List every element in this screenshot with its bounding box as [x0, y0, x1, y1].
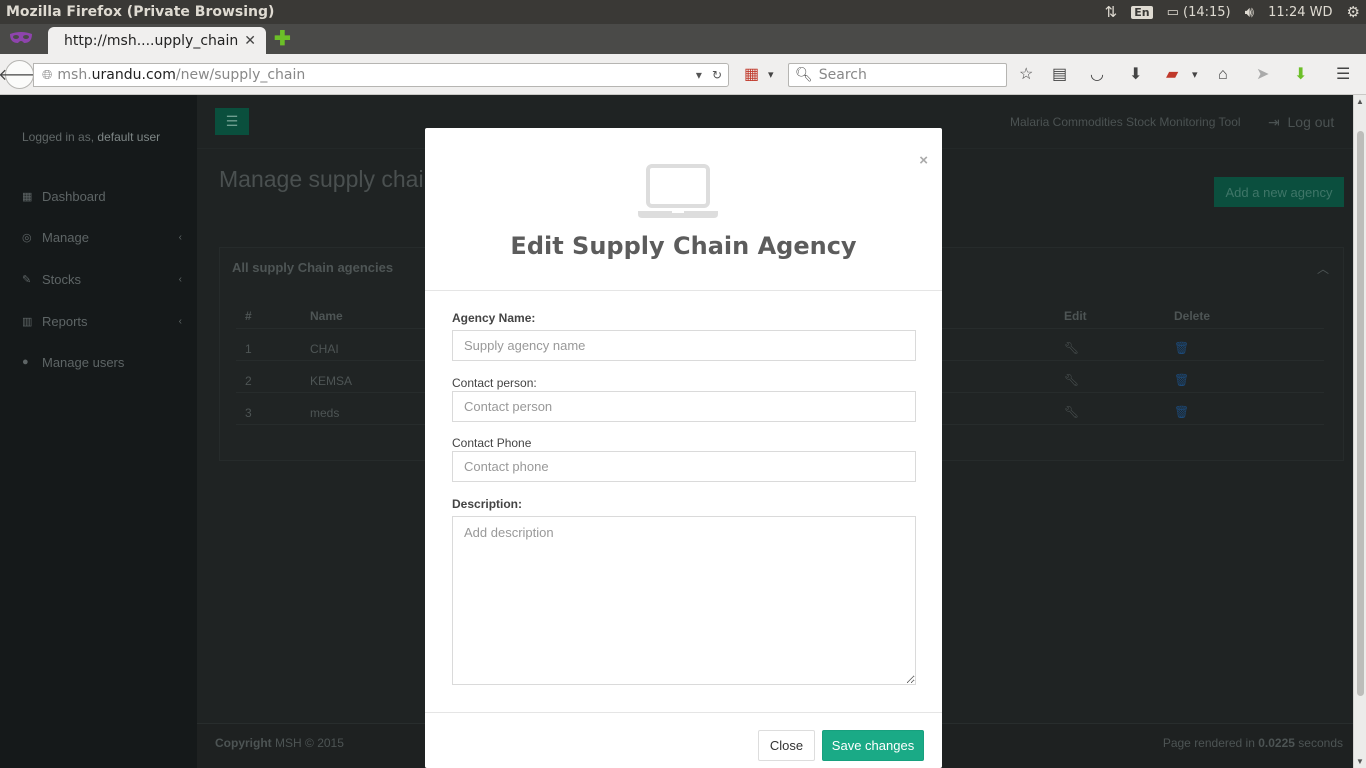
edit-agency-modal: × Edit Supply Chain Agency Agency Name: …	[425, 128, 942, 768]
scroll-thumb[interactable]	[1357, 131, 1364, 696]
keyboard-language[interactable]: En	[1131, 5, 1153, 19]
page-scrollbar[interactable]: ▲ ▼	[1353, 95, 1366, 768]
dashboard-icon: ▦	[22, 190, 33, 203]
navigation-toolbar: 🡐 🌐︎ msh.urandu.com/new/supply_chain ▾ ↻…	[0, 54, 1366, 95]
description-textarea[interactable]	[452, 516, 916, 685]
modal-footer-divider	[425, 712, 942, 713]
column-header-number: #	[245, 309, 252, 323]
contact-phone-label: Contact Phone	[452, 436, 532, 450]
panel-title: All supply Chain agencies	[232, 260, 394, 275]
render-time: Page rendered in 0.0225 seconds	[1162, 736, 1343, 750]
collapse-chevron-icon[interactable]: ︿	[1317, 260, 1329, 277]
reports-icon: ▥	[22, 315, 33, 328]
edit-wrench-icon[interactable]: 🔧︎	[1064, 373, 1079, 387]
network-icon[interactable]: ⇅	[1105, 3, 1118, 21]
search-icon: 🔍︎	[795, 67, 813, 83]
copyright: Copyright MSH © 2015	[215, 736, 344, 750]
bookmark-star-icon[interactable]: ☆	[1019, 66, 1033, 84]
browser-tab[interactable]: http://msh....upply_chain ✕	[48, 27, 266, 54]
description-label: Description:	[452, 497, 523, 511]
add-agency-button[interactable]: Add a new agency	[1214, 177, 1344, 207]
volume-icon[interactable]: 🔊︎	[1245, 3, 1254, 21]
column-header-name: Name	[310, 309, 343, 323]
scroll-up-arrow-icon[interactable]: ▲	[1356, 97, 1364, 106]
url-text: msh.urandu.com/new/supply_chain	[57, 67, 306, 83]
contact-person-input[interactable]	[452, 391, 916, 422]
delete-trash-icon[interactable]: 🗑︎	[1174, 405, 1189, 419]
edit-wrench-icon[interactable]: 🔧︎	[1064, 405, 1079, 419]
flash-icon[interactable]: ▰	[1166, 66, 1178, 84]
close-tab-icon[interactable]: ✕	[244, 33, 256, 49]
clock[interactable]: 11:24 WD	[1268, 5, 1332, 20]
tab-strip: http://msh....upply_chain ✕ ✚	[0, 24, 1366, 54]
contact-person-label: Contact person:	[452, 376, 537, 390]
hamburger-icon: ☰	[225, 113, 239, 129]
modal-close-x-icon[interactable]: ×	[919, 153, 928, 168]
sidebar-item-stocks[interactable]: ✎ Stocks ‹	[22, 269, 182, 289]
pocket-icon[interactable]: ◡	[1090, 66, 1104, 84]
agency-name-label: Agency Name:	[452, 311, 536, 325]
home-icon[interactable]: ⌂	[1218, 66, 1228, 84]
column-header-edit: Edit	[1064, 309, 1087, 323]
os-indicators: ⇅ En ▭ (14:15) 🔊︎ 11:24 WD ⚙	[1105, 3, 1360, 21]
laptop-icon	[637, 164, 719, 220]
sidebar-item-manage-users[interactable]: ● Manage users	[22, 352, 182, 372]
menu-hamburger-icon[interactable]: ☰	[1336, 66, 1350, 84]
agency-name-input[interactable]	[452, 330, 916, 361]
users-icon: ●	[22, 356, 29, 368]
sidebar-item-manage[interactable]: ◎ Manage ‹	[22, 227, 182, 247]
downloads-icon[interactable]: ⬇	[1129, 66, 1142, 84]
battery-indicator[interactable]: ▭ (14:15)	[1167, 5, 1231, 20]
chevron-left-icon: ‹	[178, 231, 182, 243]
save-changes-button[interactable]: Save changes	[822, 730, 924, 761]
close-button[interactable]: Close	[758, 730, 815, 761]
edit-wrench-icon[interactable]: 🔧︎	[1064, 341, 1079, 355]
system-gear-icon[interactable]: ⚙	[1347, 3, 1360, 21]
sidebar: Logged in as, default user ▦ Dashboard ◎…	[0, 95, 197, 768]
search-placeholder: Search	[818, 67, 867, 83]
scroll-down-arrow-icon[interactable]: ▼	[1356, 757, 1364, 766]
logged-in-label: Logged in as, default user	[22, 130, 161, 144]
sidebar-toggle-button[interactable]: ☰	[215, 108, 249, 135]
modal-divider	[425, 290, 942, 291]
app-title: Malaria Commodities Stock Monitoring Too…	[1010, 115, 1241, 129]
reload-icon[interactable]: ↻	[712, 68, 722, 82]
column-header-delete: Delete	[1174, 309, 1211, 323]
search-bar[interactable]: 🔍︎ Search	[788, 63, 1007, 87]
url-bar[interactable]: 🌐︎ msh.urandu.com/new/supply_chain ▾ ↻	[33, 63, 729, 87]
delete-trash-icon[interactable]: 🗑︎	[1174, 341, 1189, 355]
logout-icon: ⇥	[1268, 114, 1280, 130]
flash-dropdown-icon[interactable]: ▾	[1192, 66, 1198, 84]
contact-phone-input[interactable]	[452, 451, 916, 482]
modal-title: Edit Supply Chain Agency	[510, 232, 857, 260]
chevron-left-icon: ‹	[178, 315, 182, 327]
new-tab-plus-icon[interactable]: ✚	[274, 29, 291, 49]
battery-icon: ▭	[1166, 4, 1179, 20]
sidebar-item-reports[interactable]: ▥ Reports ‹	[22, 311, 182, 331]
sidebar-item-dashboard[interactable]: ▦ Dashboard	[22, 186, 182, 206]
private-browsing-mask-icon	[9, 31, 33, 47]
os-top-bar: Mozilla Firefox (Private Browsing) ⇅ En …	[0, 0, 1366, 24]
window-title: Mozilla Firefox (Private Browsing)	[6, 4, 275, 20]
share-icon[interactable]: ➤	[1256, 66, 1269, 84]
chevron-left-icon: ‹	[178, 273, 182, 285]
addon-dropdown-icon[interactable]: ▾	[768, 66, 774, 84]
globe-icon: 🌐︎	[42, 67, 53, 83]
delete-trash-icon[interactable]: 🗑︎	[1174, 373, 1189, 387]
page-title: Manage supply chain	[219, 166, 437, 192]
username: default user	[97, 130, 161, 144]
dropdown-arrow-icon[interactable]: ▾	[696, 68, 702, 82]
tab-title: http://msh....upply_chain	[64, 32, 239, 49]
battery-time: (14:15)	[1183, 4, 1231, 20]
addon-blocked-icon[interactable]: ▦	[744, 66, 759, 84]
reading-list-icon[interactable]: ▤	[1052, 66, 1067, 84]
stocks-icon: ✎	[22, 273, 32, 286]
logout-link[interactable]: ⇥ Log out	[1268, 114, 1334, 131]
download-helper-icon[interactable]: ⬇	[1294, 66, 1307, 84]
manage-icon: ◎	[22, 231, 32, 244]
back-arrow-icon[interactable]: 🡐	[0, 60, 41, 89]
